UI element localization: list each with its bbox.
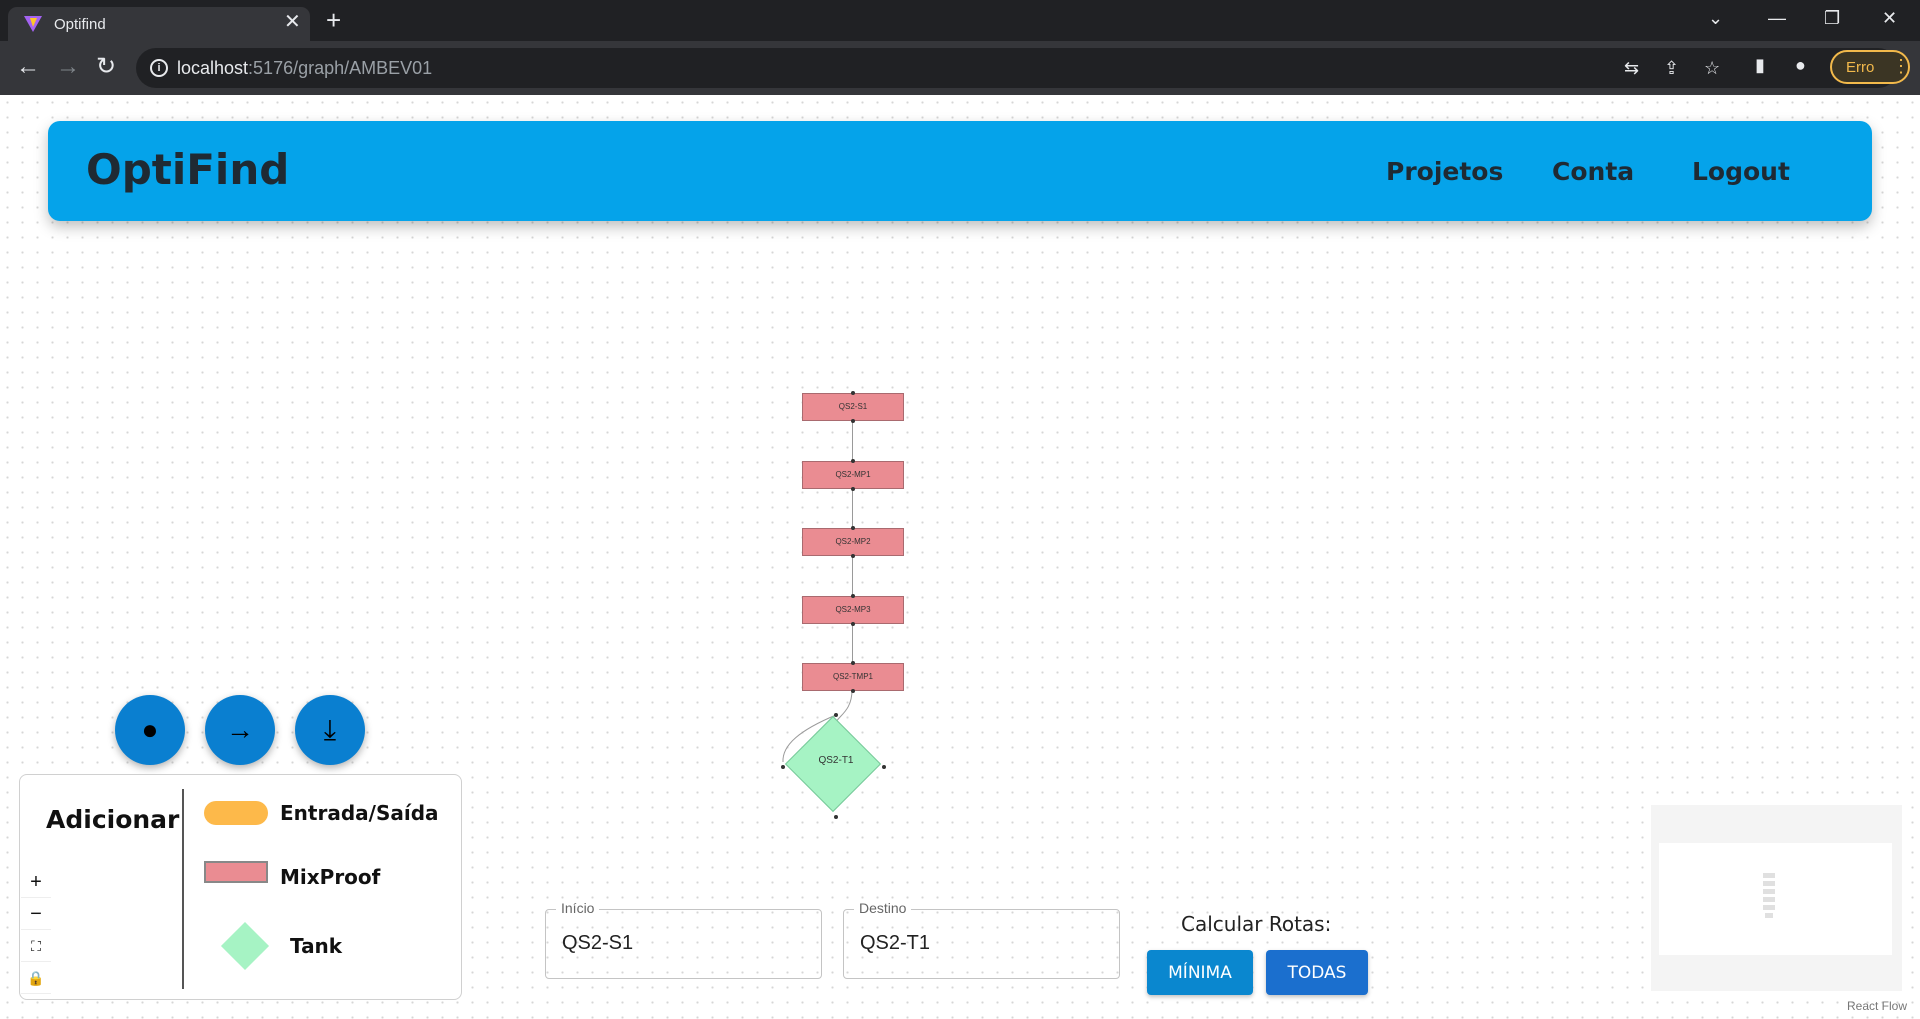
profile-icon[interactable]: ● bbox=[1795, 55, 1806, 75]
node-handle[interactable] bbox=[851, 689, 855, 693]
minimap-node bbox=[1763, 881, 1775, 886]
edge[interactable] bbox=[852, 421, 853, 461]
app-header: OptiFind Projetos Conta Logout bbox=[48, 121, 1872, 221]
zoom-in-icon[interactable]: + bbox=[21, 866, 51, 898]
graph-node[interactable]: QS2-S1 bbox=[802, 393, 904, 421]
minimap[interactable] bbox=[1651, 805, 1902, 991]
lock-icon[interactable]: 🔒 bbox=[21, 962, 51, 994]
graph-node[interactable]: QS2-TMP1 bbox=[802, 663, 904, 691]
minimap-node bbox=[1765, 913, 1773, 918]
bookmark-star-icon[interactable]: ☆ bbox=[1704, 58, 1720, 78]
node-handle[interactable] bbox=[834, 815, 838, 819]
browser-toolbar: ← → ↻ i localhost:5176/graph/AMBEV01 ⇆ ⇪… bbox=[0, 41, 1920, 95]
minimap-node bbox=[1763, 897, 1775, 902]
minimap-viewport[interactable] bbox=[1659, 843, 1892, 955]
minimap-node bbox=[1763, 905, 1775, 910]
download-icon: ⤓ bbox=[323, 714, 337, 745]
start-field[interactable]: Início bbox=[545, 900, 822, 979]
download-button[interactable]: ⤓ bbox=[295, 695, 365, 765]
node-handle[interactable] bbox=[851, 622, 855, 626]
brand-logo[interactable]: OptiFind bbox=[86, 145, 289, 194]
node-handle[interactable] bbox=[834, 713, 838, 717]
reload-icon[interactable]: ↻ bbox=[96, 55, 116, 79]
minimap-node bbox=[1763, 889, 1775, 894]
node-handle[interactable] bbox=[882, 765, 886, 769]
browser-tab[interactable]: Optifind ✕ bbox=[8, 7, 310, 41]
entrada-saida-label[interactable]: Entrada/Saída bbox=[280, 801, 439, 825]
share-icon[interactable]: ⇪ bbox=[1664, 58, 1679, 78]
tank-shape[interactable] bbox=[220, 921, 270, 971]
new-tab-icon[interactable]: + bbox=[326, 6, 341, 34]
side-panel-icon[interactable]: ▮ bbox=[1755, 55, 1765, 75]
destination-field-label: Destino bbox=[854, 900, 912, 916]
divider bbox=[182, 789, 184, 989]
edge[interactable] bbox=[852, 488, 853, 528]
window-close-icon[interactable]: ✕ bbox=[1882, 6, 1897, 30]
minimize-icon[interactable]: — bbox=[1768, 6, 1786, 30]
node-handle[interactable] bbox=[851, 487, 855, 491]
graph-node[interactable]: QS2-MP3 bbox=[802, 596, 904, 624]
browser-tab-bar: Optifind ✕ + ⌄ — ❐ ✕ bbox=[0, 0, 1920, 41]
edge[interactable] bbox=[852, 556, 853, 596]
profile-error-button[interactable]: Erro ⋮ bbox=[1830, 50, 1910, 84]
all-routes-button[interactable]: TODAS bbox=[1266, 950, 1368, 995]
add-edge-button[interactable]: → bbox=[205, 695, 275, 765]
node-handle[interactable] bbox=[851, 554, 855, 558]
nav-logout[interactable]: Logout bbox=[1692, 157, 1790, 186]
nav-conta[interactable]: Conta bbox=[1552, 157, 1634, 186]
tab-search-icon[interactable]: ⌄ bbox=[1708, 6, 1723, 30]
start-field-label: Início bbox=[556, 900, 600, 916]
node-handle[interactable] bbox=[851, 661, 855, 665]
node-handle[interactable] bbox=[851, 594, 855, 598]
minimap-node bbox=[1763, 873, 1775, 878]
url-text: localhost:5176/graph/AMBEV01 bbox=[177, 58, 433, 78]
tank-label[interactable]: Tank bbox=[290, 934, 342, 958]
destination-field[interactable]: Destino bbox=[843, 900, 1120, 979]
zoom-out-icon[interactable]: − bbox=[21, 898, 51, 930]
vite-logo-icon bbox=[24, 16, 42, 32]
fit-view-icon[interactable]: ⛶ bbox=[21, 930, 51, 962]
graph-node[interactable]: QS2-MP1 bbox=[802, 461, 904, 489]
entrada-saida-shape[interactable] bbox=[204, 801, 268, 825]
menu-dots-icon[interactable]: ⋮ bbox=[1892, 56, 1910, 77]
flow-controls: + − ⛶ 🔒 bbox=[21, 866, 51, 994]
mixproof-label[interactable]: MixProof bbox=[280, 865, 380, 889]
forward-icon[interactable]: → bbox=[56, 55, 80, 79]
nav-projetos[interactable]: Projetos bbox=[1386, 157, 1503, 186]
start-input[interactable] bbox=[562, 932, 802, 955]
profile-label: Erro bbox=[1846, 59, 1875, 76]
tank-node-label: QS2-T1 bbox=[818, 755, 854, 766]
back-icon[interactable]: ← bbox=[16, 55, 40, 79]
node-handle[interactable] bbox=[851, 419, 855, 423]
edge[interactable] bbox=[852, 623, 853, 663]
add-panel-title: Adicionar bbox=[46, 805, 180, 834]
node-handle[interactable] bbox=[781, 765, 785, 769]
react-flow-attribution[interactable]: React Flow bbox=[1847, 999, 1907, 1013]
destination-input[interactable] bbox=[860, 932, 1100, 955]
mixproof-shape[interactable] bbox=[204, 861, 268, 883]
graph-node[interactable]: QS2-MP2 bbox=[802, 528, 904, 556]
node-handle[interactable] bbox=[851, 526, 855, 530]
site-info-icon[interactable]: i bbox=[150, 59, 168, 77]
address-bar[interactable]: i localhost:5176/graph/AMBEV01 ⇆ ⇪ ☆ bbox=[136, 48, 1898, 88]
translate-icon[interactable]: ⇆ bbox=[1624, 58, 1639, 78]
calc-routes-label: Calcular Rotas: bbox=[1181, 912, 1332, 936]
flow-canvas[interactable]: OptiFind Projetos Conta Logout QS2-S1 QS… bbox=[0, 95, 1920, 1019]
close-tab-icon[interactable]: ✕ bbox=[284, 12, 301, 32]
add-node-button[interactable]: ● bbox=[115, 695, 185, 765]
arrow-right-icon: → bbox=[226, 714, 254, 745]
filled-circle-icon: ● bbox=[141, 714, 159, 745]
tab-title: Optifind bbox=[54, 16, 106, 33]
add-panel: Adicionar Entrada/Saída MixProof Tank bbox=[19, 774, 462, 1000]
restore-icon[interactable]: ❐ bbox=[1824, 6, 1840, 30]
node-handle[interactable] bbox=[851, 391, 855, 395]
minimum-route-button[interactable]: MÍNIMA bbox=[1147, 950, 1253, 995]
node-handle[interactable] bbox=[851, 459, 855, 463]
